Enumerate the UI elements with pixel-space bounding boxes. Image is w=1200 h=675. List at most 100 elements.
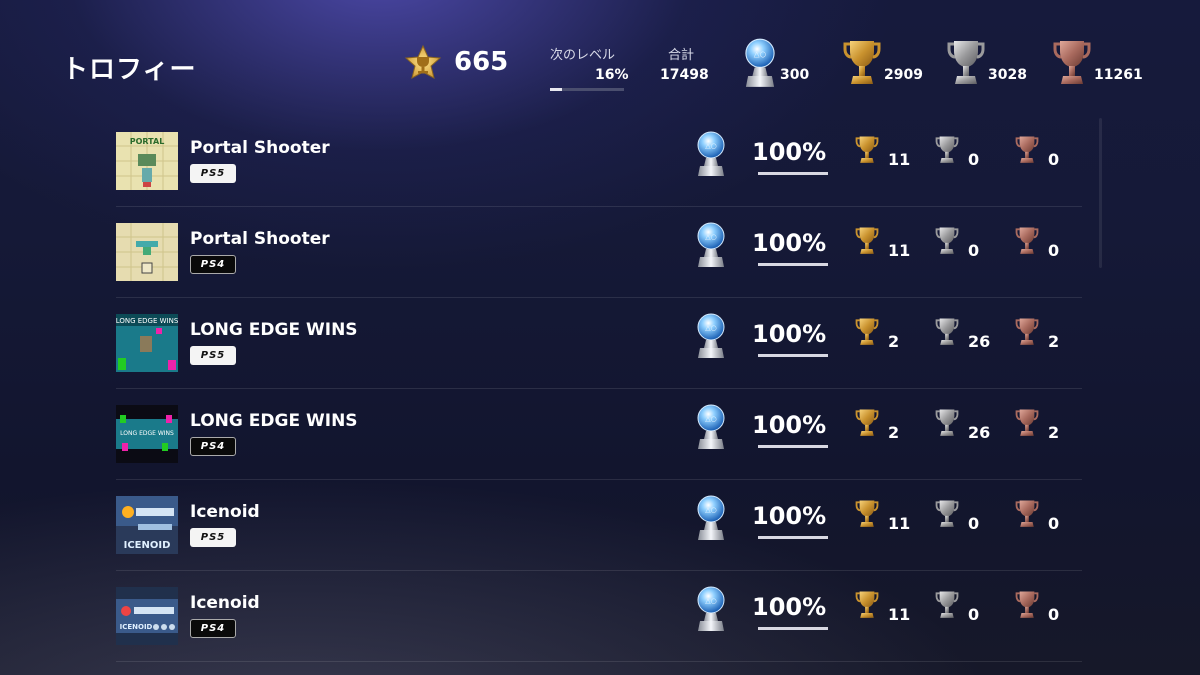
next-level-percent: 16%	[595, 67, 629, 83]
gold-trophy-icon	[854, 134, 880, 166]
completion-percent: 100%	[752, 229, 827, 257]
completion-percent: 100%	[752, 411, 827, 439]
silver-count: 0	[968, 514, 980, 533]
gold-count: 2	[888, 423, 900, 442]
game-row[interactable]: LONG EDGE WINS LONG EDGE WINS PS4 100% 2 26 2	[116, 389, 1082, 480]
platinum-trophy-icon	[694, 221, 728, 269]
silver-trophy-icon	[934, 407, 960, 439]
game-title: Icenoid	[190, 593, 260, 613]
platform-badge: PS4	[190, 255, 236, 274]
game-title: Portal Shooter	[190, 229, 330, 249]
gold-trophy-icon	[854, 589, 880, 621]
page-title: トロフィー	[62, 55, 197, 85]
silver-trophy-icon	[934, 498, 960, 530]
bronze-trophy-icon	[1014, 225, 1040, 257]
svg-text:PORTAL: PORTAL	[130, 137, 165, 146]
gold-count: 11	[888, 150, 911, 169]
completion-percent: 100%	[752, 138, 827, 166]
bronze-trophy-icon	[1014, 316, 1040, 348]
completion-bar	[758, 354, 828, 357]
gold-count: 11	[888, 605, 911, 624]
platinum-trophy-icon	[694, 130, 728, 178]
silver-trophy-icon	[934, 316, 960, 348]
bronze-trophy-icon	[1014, 407, 1040, 439]
silver-trophy-icon	[946, 37, 986, 89]
bronze-count: 0	[1048, 150, 1060, 169]
bronze-trophy-icon	[1014, 134, 1040, 166]
scrollbar[interactable]	[1099, 118, 1102, 268]
next-level-label: 次のレベル	[550, 48, 616, 63]
silver-count: 26	[968, 332, 991, 351]
completion-bar	[758, 445, 828, 448]
bronze-trophy-icon	[1052, 37, 1092, 89]
gold-trophy-icon	[854, 498, 880, 530]
platinum-trophy-icon	[694, 494, 728, 542]
total-label: 合計	[668, 48, 695, 63]
completion-bar	[758, 536, 828, 539]
bronze-count: 0	[1048, 605, 1060, 624]
bronze-count: 11261	[1094, 67, 1143, 83]
trophy-level-star-icon	[404, 44, 442, 79]
bronze-count: 2	[1048, 423, 1060, 442]
platinum-trophy-icon	[694, 403, 728, 451]
game-thumbnail: LONG EDGE WINS	[116, 314, 178, 372]
platform-badge: PS5	[190, 528, 236, 547]
completion-percent: 100%	[752, 593, 827, 621]
completion-percent: 100%	[752, 320, 827, 348]
game-title: Icenoid	[190, 502, 260, 522]
silver-count: 0	[968, 605, 980, 624]
game-thumbnail	[116, 223, 178, 281]
game-title: LONG EDGE WINS	[190, 411, 358, 431]
completion-bar	[758, 627, 828, 630]
gold-trophy-icon	[842, 37, 882, 89]
completion-percent: 100%	[752, 502, 827, 530]
completion-bar	[758, 172, 828, 175]
svg-text:ICENOID: ICENOID	[120, 623, 153, 631]
gold-trophy-icon	[854, 407, 880, 439]
silver-trophy-icon	[934, 225, 960, 257]
silver-count: 0	[968, 241, 980, 260]
silver-count: 3028	[988, 67, 1027, 83]
platform-badge: PS4	[190, 619, 236, 638]
game-row[interactable]: LONG EDGE WINS LONG EDGE WINS PS5 100% 2 26 2	[116, 298, 1082, 389]
game-title: Portal Shooter	[190, 138, 330, 158]
platform-badge: PS4	[190, 437, 236, 456]
game-thumbnail: LONG EDGE WINS	[116, 405, 178, 463]
game-row[interactable]: ICENOID Icenoid PS4 100% 11 0 0	[116, 571, 1082, 662]
platform-badge: PS5	[190, 164, 236, 183]
game-thumbnail: ICENOID	[116, 587, 178, 645]
gold-count: 2	[888, 332, 900, 351]
total-count: 17498	[660, 67, 709, 83]
platinum-count: 300	[780, 67, 810, 83]
silver-count: 26	[968, 423, 991, 442]
bronze-count: 2	[1048, 332, 1060, 351]
game-thumbnail: PORTAL	[116, 132, 178, 190]
next-level-progress-bar	[550, 88, 624, 91]
gold-trophy-icon	[854, 316, 880, 348]
gold-count: 2909	[884, 67, 923, 83]
gold-trophy-icon	[854, 225, 880, 257]
svg-text:LONG EDGE WINS: LONG EDGE WINS	[116, 317, 178, 325]
silver-trophy-icon	[934, 589, 960, 621]
game-row[interactable]: PORTAL Portal Shooter PS5 100% 11 0 0	[116, 116, 1082, 207]
platinum-trophy-icon	[740, 37, 780, 89]
game-thumbnail: ICENOID	[116, 496, 178, 554]
bronze-count: 0	[1048, 514, 1060, 533]
bronze-trophy-icon	[1014, 498, 1040, 530]
platinum-trophy-icon	[694, 585, 728, 633]
gold-count: 11	[888, 514, 911, 533]
silver-count: 0	[968, 150, 980, 169]
game-title: LONG EDGE WINS	[190, 320, 358, 340]
game-row[interactable]: ICENOID Icenoid PS5 100% 11 0 0	[116, 480, 1082, 571]
trophy-level: 665	[454, 47, 509, 77]
bronze-count: 0	[1048, 241, 1060, 260]
gold-count: 11	[888, 241, 911, 260]
platinum-trophy-icon	[694, 312, 728, 360]
next-level-progress-fill	[550, 88, 562, 91]
platform-badge: PS5	[190, 346, 236, 365]
bronze-trophy-icon	[1014, 589, 1040, 621]
completion-bar	[758, 263, 828, 266]
svg-text:LONG EDGE WINS: LONG EDGE WINS	[120, 430, 174, 437]
silver-trophy-icon	[934, 134, 960, 166]
game-row[interactable]: Portal Shooter PS4 100% 11 0 0	[116, 207, 1082, 298]
